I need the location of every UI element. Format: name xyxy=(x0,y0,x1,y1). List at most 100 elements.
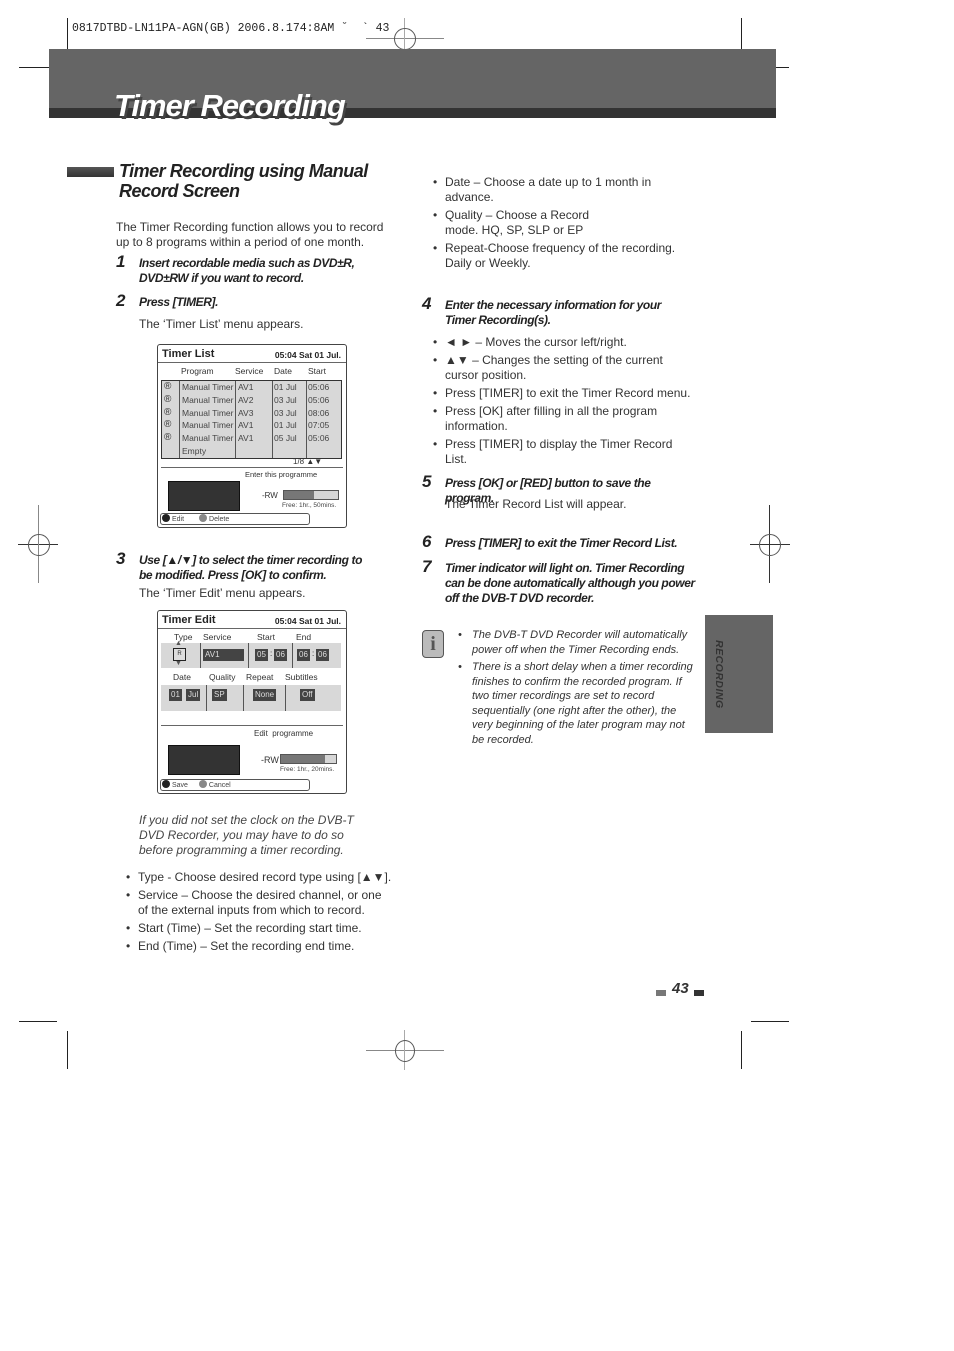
bullet-item: Date – Choose a date up to 1 month in ad… xyxy=(433,175,678,205)
record-icon: ® xyxy=(164,432,172,444)
quality-field[interactable]: SP xyxy=(212,689,227,701)
hint-text: Edit programme xyxy=(254,729,314,738)
free-space-label: Free: 1hr., 20mins. xyxy=(280,766,335,773)
hint-text: Enter this programme xyxy=(245,470,318,479)
date-cell: 03 Jul xyxy=(274,394,297,405)
end-hour-field[interactable]: 06 xyxy=(297,649,310,661)
step-text: Insert recordable media such as DVD±R, D… xyxy=(139,256,355,285)
crop-mark xyxy=(67,1031,68,1069)
column-header-start: Start xyxy=(308,366,326,376)
timer-list-row[interactable]: Empty xyxy=(162,445,341,458)
timer-list-title: Timer List xyxy=(162,348,215,360)
timer-list-row[interactable]: ® Manual Timer AV1 01 Jul 07:05 xyxy=(162,419,341,432)
page-number-bar-right xyxy=(694,990,704,996)
record-icon: ® xyxy=(164,381,172,392)
osd-clock: 05:04 Sat 01 Jul. xyxy=(274,350,341,360)
bullet-item: End (Time) – Set the recording end time. xyxy=(126,939,394,954)
preview-window xyxy=(168,481,240,511)
edit-button[interactable]: Edit xyxy=(161,514,184,523)
label-end: End xyxy=(296,632,312,642)
start-cell: 05:06 xyxy=(308,382,330,392)
divider xyxy=(161,467,343,468)
chapter-tab-label: RECORDING xyxy=(713,640,725,709)
page-number-bar-left xyxy=(656,990,666,996)
divider xyxy=(161,725,343,726)
date-month-field[interactable]: Jul xyxy=(186,689,201,701)
start-minute-field[interactable]: 06 xyxy=(274,649,287,661)
record-icon: ® xyxy=(164,419,172,431)
label-quality: Quality xyxy=(209,672,236,682)
notes-list: The DVB-T DVD Recorder will automaticall… xyxy=(458,628,694,750)
service-cell: AV1 xyxy=(238,420,254,431)
step-text: Press [TIMER] to exit the Timer Record L… xyxy=(445,536,678,550)
label-repeat: Repeat xyxy=(246,672,274,682)
save-button[interactable]: Save xyxy=(161,780,188,789)
step-text: Press [TIMER]. xyxy=(139,295,219,309)
timer-edit-screen: Timer Edit 05:04 Sat 01 Jul. Type Servic… xyxy=(157,610,347,794)
timer-list-row[interactable]: ® Manual Timer AV3 03 Jul 08:06 xyxy=(162,407,341,420)
timer-list-row[interactable]: ® Manual Timer AV1 01 Jul 05:06 xyxy=(162,381,341,394)
bullet-item: ▲▼ – Changes the setting of the current … xyxy=(433,353,691,383)
bullet-item: Quality – Choose a Record mode. HQ, SP, … xyxy=(433,208,625,238)
label-start: Start xyxy=(257,632,275,642)
print-slug: 0817DTBD-LN11PA-AGN(GB) 2006.8.174:8AM ˘… xyxy=(72,22,390,35)
down-arrow-icon: ▼ xyxy=(175,660,182,667)
date-cell: 01 Jul xyxy=(274,382,297,392)
step-subtext: The ‘Timer List’ menu appears. xyxy=(139,317,304,331)
clock-note: If you did not set the clock on the DVB-… xyxy=(139,813,354,857)
cancel-button[interactable]: Cancel xyxy=(198,780,231,789)
delete-button[interactable]: Delete xyxy=(198,514,229,523)
service-cell: AV1 xyxy=(238,433,254,444)
registration-mark xyxy=(750,505,790,583)
page-title: Timer Recording xyxy=(114,88,346,123)
disc-type-label: -RW xyxy=(261,755,279,765)
section-bar xyxy=(67,167,114,177)
repeat-field[interactable]: None xyxy=(253,689,277,701)
field-bullets-right: Date – Choose a date up to 1 month in ad… xyxy=(433,175,678,274)
up-arrow-icon: ▲ xyxy=(175,640,182,647)
field-bullets: Type - Choose desired record type using … xyxy=(126,870,394,957)
green-dot-icon xyxy=(198,780,207,788)
program-cell: Manual Timer xyxy=(182,420,234,431)
program-cell: Manual Timer xyxy=(182,433,234,444)
program-cell: Empty xyxy=(182,445,207,456)
start-hour-field[interactable]: 05 xyxy=(255,649,268,661)
subtitles-field[interactable]: Off xyxy=(300,689,315,701)
end-minute-field[interactable]: 06 xyxy=(316,649,329,661)
step-text: Use [▲/▼] to select the timer recording … xyxy=(139,553,362,582)
disc-usage-fill xyxy=(281,755,325,763)
step-number: 7 xyxy=(422,557,432,576)
step-number: 2 xyxy=(116,291,126,310)
divider xyxy=(158,628,346,629)
crop-mark xyxy=(741,1031,742,1069)
disc-usage-bar xyxy=(283,490,339,500)
timer-edit-title: Timer Edit xyxy=(162,614,216,626)
timer-list-row[interactable]: ® Manual Timer AV2 03 Jul 05:06 xyxy=(162,394,341,407)
date-day-field[interactable]: 01 xyxy=(169,689,182,701)
pager[interactable]: 1/8 ▲▼ xyxy=(293,457,322,466)
record-icon: ® xyxy=(164,406,172,418)
note-item: There is a short delay when a timer reco… xyxy=(458,660,694,747)
service-cell: AV3 xyxy=(238,407,254,418)
button-bar: Save Cancel xyxy=(160,779,310,791)
date-cell: 05 Jul xyxy=(274,433,297,444)
button-bar: Edit Delete xyxy=(160,513,310,525)
start-cell: 05:06 xyxy=(308,433,330,444)
bullet-item: Repeat-Choose frequency of the recording… xyxy=(433,241,678,271)
crop-mark xyxy=(751,1021,789,1022)
timer-list-screen: Timer List 05:04 Sat 01 Jul. Program Ser… xyxy=(157,344,347,528)
bullet-item: Press [TIMER] to exit the Timer Record m… xyxy=(433,386,691,401)
service-cell: AV2 xyxy=(238,394,254,405)
start-cell: 05:06 xyxy=(308,394,330,405)
step-number: 6 xyxy=(422,532,432,551)
disc-type-label: -RW xyxy=(262,491,278,500)
free-space-label: Free: 1hr., 50mins. xyxy=(282,502,337,509)
service-cell: AV1 xyxy=(238,382,254,392)
label-subtitles: Subtitles xyxy=(285,672,318,682)
bullet-item: ◄ ► – Moves the cursor left/right. xyxy=(433,335,691,350)
start-cell: 08:06 xyxy=(308,407,330,418)
start-cell: 07:05 xyxy=(308,420,330,431)
time-separator: : xyxy=(312,649,315,658)
timer-list-row[interactable]: ® Manual Timer AV1 05 Jul 05:06 xyxy=(162,432,341,445)
service-field[interactable]: AV1 xyxy=(203,649,244,661)
